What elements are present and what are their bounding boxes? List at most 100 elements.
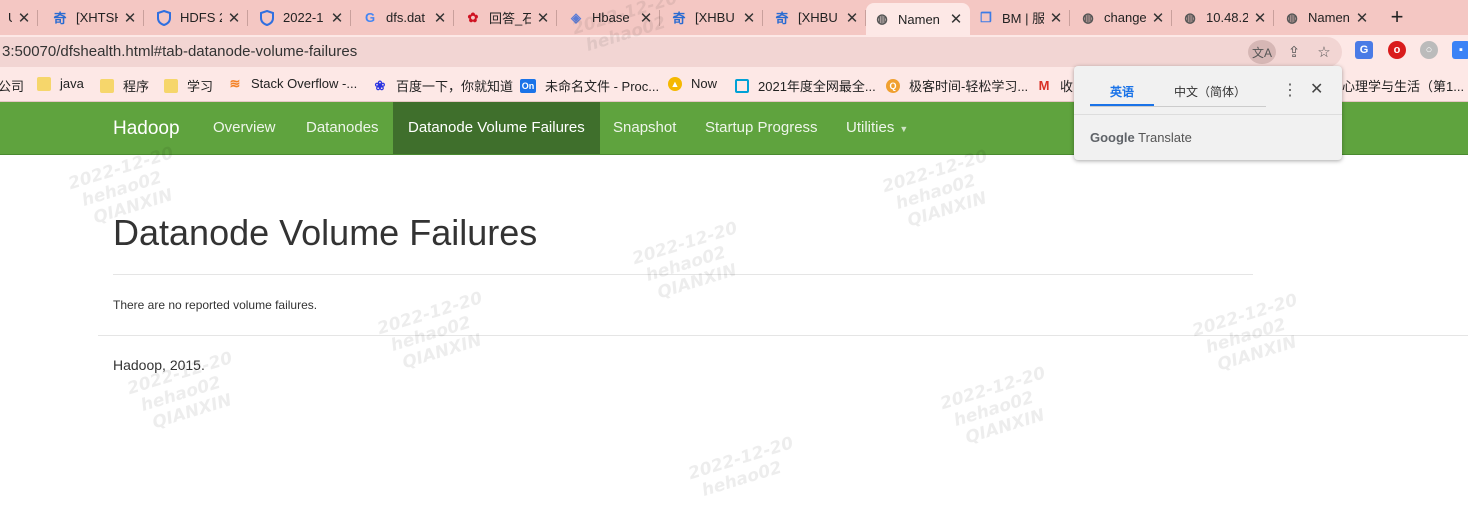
- cube-icon: ❒: [980, 9, 992, 25]
- selected-tab-indicator: [1090, 104, 1154, 106]
- browser-tab[interactable]: ✿ 回答_石 ✕: [457, 2, 557, 33]
- footer-text: Hadoop, 2015.: [113, 357, 205, 373]
- bookmark-folder[interactable]: 公司: [0, 76, 24, 95]
- shield-icon: [156, 9, 172, 26]
- bookmark-link[interactable]: 心理学与生活（第1...: [1342, 76, 1464, 95]
- nav-overview[interactable]: Overview: [198, 102, 291, 154]
- adblock-icon[interactable]: o: [1388, 41, 1406, 59]
- close-tab-icon[interactable]: ✕: [122, 9, 138, 27]
- close-tab-icon[interactable]: ✕: [535, 9, 551, 27]
- globe-icon: ◍: [1286, 9, 1298, 25]
- huawei-icon: ✿: [467, 9, 479, 25]
- browser-tab[interactable]: 奇 [XHBU ✕: [663, 2, 763, 33]
- nav-datanode-volume-failures[interactable]: Datanode Volume Failures: [393, 102, 600, 154]
- watermark: 2022-12-20hehao02QIANXIN: [375, 288, 485, 374]
- browser-tab[interactable]: HDFS 2 ✕: [148, 2, 248, 33]
- close-tab-icon[interactable]: ✕: [329, 9, 345, 27]
- folder-icon: [37, 76, 51, 91]
- browser-tab[interactable]: ❒ BM | 服 ✕: [970, 2, 1070, 33]
- watermark: 2022-12-20hehao02QIANXIN: [880, 146, 990, 232]
- google-icon: G: [364, 10, 376, 25]
- globe-icon: ◍: [1082, 9, 1094, 25]
- close-tab-icon[interactable]: ✕: [1252, 9, 1268, 27]
- shield-icon: [259, 9, 275, 26]
- page-title: Datanode Volume Failures: [113, 212, 538, 253]
- processon-icon: On: [520, 78, 536, 93]
- nav-utilities-dropdown[interactable]: Utilities ▼: [831, 102, 923, 154]
- qi-icon: 奇: [775, 11, 789, 26]
- close-tab-icon[interactable]: ✕: [1354, 9, 1370, 27]
- nav-snapshot[interactable]: Snapshot: [598, 102, 691, 154]
- browser-tab[interactable]: U ✕: [0, 2, 38, 33]
- now-icon: ▲: [668, 76, 682, 91]
- bookmark-link[interactable]: ▲ Now: [668, 76, 717, 91]
- close-tab-icon[interactable]: ✕: [638, 9, 654, 27]
- browser-tab[interactable]: ◈ Hbase ✕: [560, 2, 660, 33]
- close-tab-icon[interactable]: ✕: [226, 9, 242, 27]
- bookmark-link[interactable]: Q 极客时间-轻松学习...: [886, 76, 1028, 95]
- close-tab-icon[interactable]: ✕: [1150, 9, 1166, 27]
- browser-toolbar: 3:50070/dfshealth.html#tab-datanode-volu…: [0, 35, 1468, 68]
- divider: [113, 274, 1253, 275]
- browser-tab[interactable]: 奇 [XHTSH ✕: [44, 2, 144, 33]
- share-icon[interactable]: ⇪: [1283, 41, 1305, 63]
- source-language-tab[interactable]: 英语: [1110, 83, 1134, 100]
- no-failures-message: There are no reported volume failures.: [113, 298, 318, 312]
- translate-icon[interactable]: 文A: [1248, 40, 1276, 64]
- qi-icon: 奇: [53, 11, 67, 26]
- extension-icon[interactable]: ▪: [1452, 41, 1468, 59]
- google-translate-logo: Google Translate: [1090, 130, 1192, 145]
- caret-down-icon: ▼: [899, 124, 909, 134]
- divider: [98, 335, 1468, 336]
- geektime-icon: Q: [886, 78, 900, 93]
- translate-extension-icon[interactable]: G: [1355, 41, 1373, 59]
- globe-icon: ◍: [1184, 9, 1196, 25]
- stackoverflow-icon: ≋: [229, 75, 241, 91]
- bookmark-folder[interactable]: 学习: [164, 76, 213, 95]
- folder-icon: [164, 78, 178, 93]
- address-bar[interactable]: 3:50070/dfshealth.html#tab-datanode-volu…: [0, 37, 1342, 67]
- bookmark-link[interactable]: ≋ Stack Overflow -...: [228, 75, 358, 92]
- tab-strip: U ✕ 奇 [XHTSH ✕ HDFS 2 ✕ 2022-1 ✕ G dfs.d…: [0, 0, 1468, 35]
- watermark: 2022-12-20hehao02QIANXIN: [630, 218, 740, 304]
- new-tab-button[interactable]: +: [1386, 6, 1408, 28]
- browser-tab[interactable]: G dfs.dat ✕: [354, 2, 454, 33]
- bookmark-link[interactable]: 2021年度全网最全...: [735, 76, 876, 95]
- nav-datanodes[interactable]: Datanodes: [291, 102, 394, 154]
- translate-popup: 英语 中文（简体） ⋮ ✕ Google Translate: [1074, 66, 1342, 160]
- close-tab-icon[interactable]: ✕: [948, 10, 964, 28]
- browser-tab[interactable]: ◍ Namen ✕: [1276, 2, 1376, 33]
- watermark: 2022-12-20hehao02QIANXIN: [938, 363, 1048, 449]
- gmail-icon: M: [1038, 78, 1050, 93]
- bookmark-folder[interactable]: 程序: [100, 76, 149, 95]
- close-icon[interactable]: ✕: [1310, 79, 1323, 99]
- extension-circle-icon[interactable]: ○: [1420, 41, 1438, 59]
- close-tab-icon[interactable]: ✕: [16, 9, 32, 27]
- baidu-icon: ❀: [374, 77, 386, 93]
- close-tab-icon[interactable]: ✕: [741, 9, 757, 27]
- star-bookmark-icon[interactable]: ☆: [1313, 41, 1335, 63]
- close-tab-icon[interactable]: ✕: [432, 9, 448, 27]
- language-tabs: 英语 中文（简体）: [1090, 78, 1266, 107]
- bookmark-link[interactable]: On 未命名文件 - Proc...: [520, 76, 659, 95]
- close-tab-icon[interactable]: ✕: [1048, 9, 1064, 27]
- browser-tab[interactable]: ◍ 10.48.2 ✕: [1174, 2, 1274, 33]
- target-language-tab[interactable]: 中文（简体）: [1174, 83, 1246, 100]
- browser-tab-active[interactable]: ◍ Namen ✕: [866, 3, 970, 35]
- qi-icon: 奇: [672, 11, 686, 26]
- bookmark-folder[interactable]: java: [37, 76, 84, 91]
- more-options-icon[interactable]: ⋮: [1282, 80, 1298, 100]
- diamond-icon: ◈: [571, 9, 581, 25]
- globe-icon: ◍: [876, 11, 888, 26]
- browser-tab[interactable]: 2022-1 ✕: [251, 2, 351, 33]
- nav-startup-progress[interactable]: Startup Progress: [690, 102, 833, 154]
- bookmark-link[interactable]: M 收: [1037, 76, 1073, 95]
- browser-tab[interactable]: 奇 [XHBU ✕: [766, 2, 866, 33]
- close-tab-icon[interactable]: ✕: [844, 9, 860, 27]
- folder-icon: [100, 78, 114, 93]
- bookmark-link[interactable]: ❀ 百度一下，你就知道: [373, 76, 513, 95]
- navbar-brand[interactable]: Hadoop: [113, 118, 180, 140]
- browser-tab[interactable]: ◍ change ✕: [1072, 2, 1172, 33]
- watermark: 2022-12-20hehao02: [686, 433, 796, 501]
- url-text[interactable]: 3:50070/dfshealth.html#tab-datanode-volu…: [2, 43, 357, 60]
